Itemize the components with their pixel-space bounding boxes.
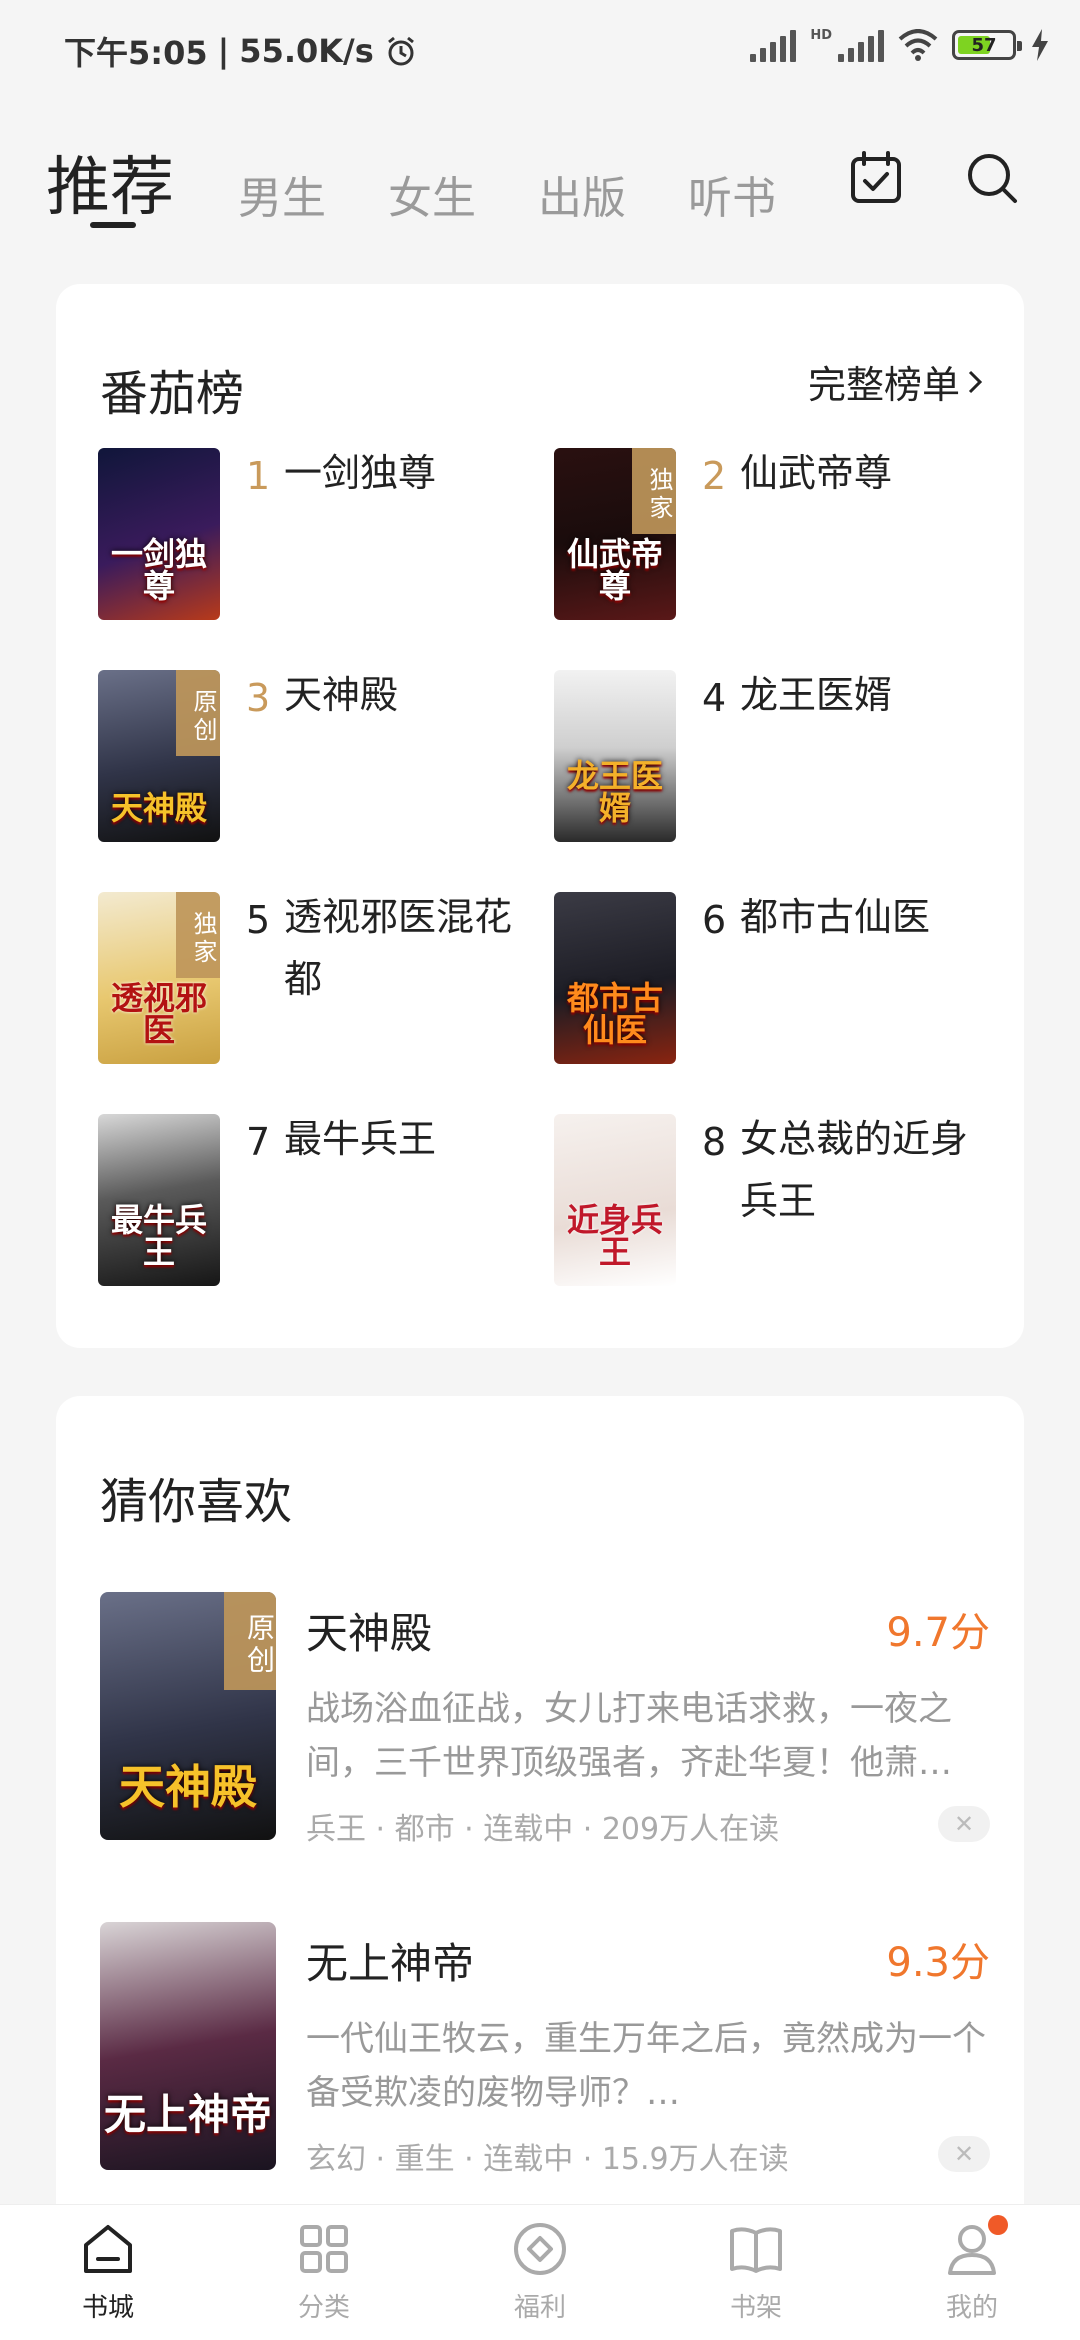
rank-number: 4 — [702, 676, 727, 720]
rank-item[interactable]: 龙王医婿 4 龙王医婿 — [554, 670, 994, 842]
book-title: 一剑独尊 — [284, 451, 437, 495]
recommend-title: 猜你喜欢 — [100, 1474, 293, 1530]
alarm-icon — [387, 36, 414, 66]
battery-level: 57 — [971, 34, 997, 56]
network-speed: 55.0K/s — [239, 32, 374, 70]
chevron-right-icon — [968, 370, 983, 393]
rank-item[interactable]: 最牛兵王 7 最牛兵王 — [98, 1114, 538, 1286]
diamond-coin-icon — [514, 2223, 566, 2275]
search-icon[interactable] — [964, 150, 1020, 206]
original-tag: 原创 — [224, 1592, 276, 1690]
rank-item[interactable]: 近身兵王 8 女总裁的近身兵王 — [554, 1114, 994, 1286]
status-time: 下午5:05 — [64, 34, 208, 72]
book-title: 天神殿 — [306, 1609, 433, 1658]
tab-publish[interactable]: 出版 — [538, 162, 626, 226]
book-cover: 一剑独尊 — [98, 448, 220, 620]
calendar-check-icon[interactable] — [848, 150, 904, 206]
book-title: 仙武帝尊 — [740, 451, 893, 495]
book-cover: 仙武帝尊 独家 — [554, 448, 676, 620]
dismiss-button[interactable]: ✕ — [938, 1806, 990, 1842]
book-score: 9.7分 — [886, 1610, 990, 1656]
book-title: 都市古仙医 — [740, 895, 931, 939]
tab-category[interactable]: 分类 — [244, 2219, 404, 2324]
notification-badge — [988, 2215, 1008, 2235]
recommend-card: 猜你喜欢 天神殿 原创 天神殿 9.7分 战场浴血征战，女儿打来电话求救，一夜之… — [56, 1396, 1024, 2340]
signal-icon — [750, 28, 797, 62]
rank-number: 6 — [702, 898, 727, 942]
charging-icon — [1032, 29, 1048, 61]
original-tag: 原创 — [176, 670, 220, 756]
tab-male[interactable]: 男生 — [238, 162, 326, 226]
book-cover: 天神殿 原创 — [100, 1592, 276, 1840]
book-title: 透视邪医混花都 — [284, 895, 513, 1001]
signal-hd-icon — [838, 28, 884, 62]
book-title: 天神殿 — [284, 673, 399, 717]
book-meta: 玄幻 · 重生 · 连载中 · 15.9万人在读 — [306, 2142, 789, 2177]
status-left: 下午5:05 | 55.0K/s — [64, 28, 418, 74]
full-ranking-link[interactable]: 完整榜单 — [808, 354, 984, 409]
recommend-item[interactable]: 无上神帝 无上神帝 9.3分 一代仙王牧云，重生万年之后，竟然成为一个备受欺凌的… — [100, 1922, 990, 2177]
tab-label: 福利 — [513, 2293, 566, 2323]
exclusive-tag: 独家 — [176, 892, 220, 978]
status-right: HD 57 — [750, 28, 1050, 62]
rank-item[interactable]: 一剑独尊 1 一剑独尊 — [98, 448, 538, 620]
tab-label: 书架 — [729, 2293, 782, 2323]
ranking-card: 番茄榜 完整榜单 一剑独尊 1 一剑独尊 仙武帝尊 独家 2 仙武帝尊 天神殿 … — [56, 284, 1024, 1348]
tab-welfare[interactable]: 福利 — [460, 2219, 620, 2324]
book-open-icon — [730, 2227, 782, 2273]
tab-audiobook[interactable]: 听书 — [688, 162, 776, 226]
book-cover: 都市古仙医 — [554, 892, 676, 1064]
rank-number: 1 — [246, 454, 271, 498]
book-cover: 无上神帝 — [100, 1922, 276, 2170]
rank-number: 7 — [246, 1120, 271, 1164]
wifi-icon — [898, 29, 938, 61]
book-title: 无上神帝 — [306, 1939, 475, 1988]
book-title: 女总裁的近身兵王 — [740, 1117, 969, 1223]
book-description: 一代仙王牧云，重生万年之后，竟然成为一个备受欺凌的废物导师？… — [306, 2019, 986, 2113]
rank-number: 5 — [246, 898, 271, 942]
tab-label: 我的 — [945, 2293, 998, 2323]
bottom-tab-bar: 书城 分类 福利 书架 我的 — [0, 2204, 1080, 2340]
rank-item[interactable]: 仙武帝尊 独家 2 仙武帝尊 — [554, 448, 994, 620]
recommend-item[interactable]: 天神殿 原创 天神殿 9.7分 战场浴血征战，女儿打来电话求救，一夜之间，三千世… — [100, 1592, 990, 1847]
tab-mine[interactable]: 我的 — [892, 2219, 1052, 2324]
book-cover: 透视邪医 独家 — [98, 892, 220, 1064]
exclusive-tag: 独家 — [632, 448, 676, 534]
tab-bookstore[interactable]: 书城 — [28, 2219, 188, 2324]
tab-recommend[interactable]: 推荐 — [46, 136, 174, 228]
book-description: 战场浴血征战，女儿打来电话求救，一夜之间，三千世界顶级强者，齐赴华夏！他萧… — [306, 1689, 952, 1783]
full-ranking-label: 完整榜单 — [807, 363, 960, 407]
book-title: 龙王医婿 — [740, 673, 893, 717]
rank-number: 3 — [246, 676, 271, 720]
book-score: 9.3分 — [886, 1940, 990, 1986]
rank-number: 8 — [702, 1120, 727, 1164]
ranking-title: 番茄榜 — [100, 366, 245, 422]
rank-item[interactable]: 透视邪医 独家 5 透视邪医混花都 — [98, 892, 538, 1064]
grid-icon — [300, 2225, 348, 2273]
tab-bookshelf[interactable]: 书架 — [676, 2219, 836, 2324]
top-nav: 推荐 男生 女生 出版 听书 — [0, 120, 1080, 240]
book-cover: 龙王医婿 — [554, 670, 676, 842]
hd-label: HD — [810, 28, 832, 43]
home-icon — [84, 2225, 132, 2273]
dismiss-button[interactable]: ✕ — [938, 2136, 990, 2172]
rank-item[interactable]: 都市古仙医 6 都市古仙医 — [554, 892, 994, 1064]
status-bar: 下午5:05 | 55.0K/s HD 57 — [0, 0, 1080, 90]
battery-icon: 57 — [952, 30, 1022, 60]
tab-female[interactable]: 女生 — [388, 162, 476, 226]
book-meta: 兵王 · 都市 · 连载中 · 209万人在读 — [306, 1812, 780, 1847]
tab-label: 书城 — [81, 2293, 134, 2323]
active-tab-indicator — [90, 222, 136, 228]
book-cover: 近身兵王 — [554, 1114, 676, 1286]
book-cover: 天神殿 原创 — [98, 670, 220, 842]
rank-item[interactable]: 天神殿 原创 3 天神殿 — [98, 670, 538, 842]
tab-label: 分类 — [297, 2293, 350, 2323]
book-cover: 最牛兵王 — [98, 1114, 220, 1286]
rank-number: 2 — [702, 454, 727, 498]
book-title: 最牛兵王 — [284, 1117, 437, 1161]
